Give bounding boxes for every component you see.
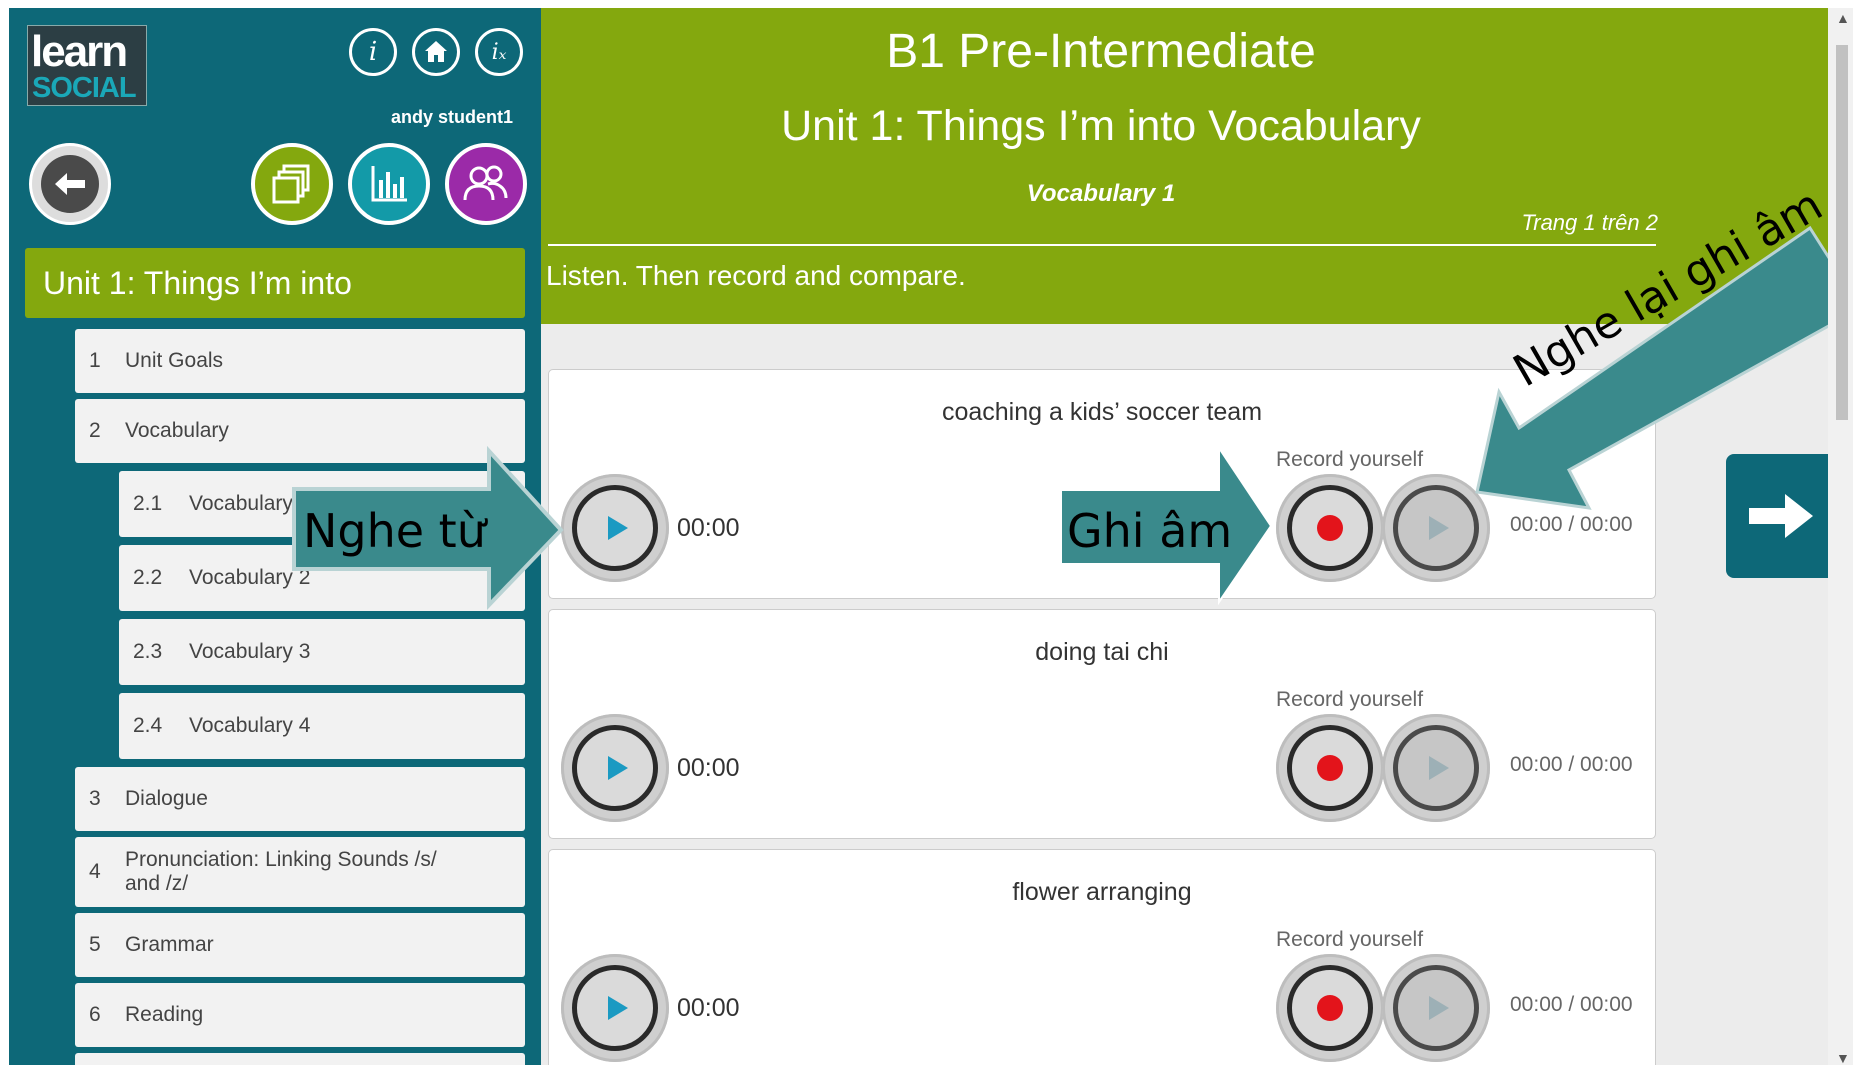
scrollbar-thumb[interactable] xyxy=(1836,45,1848,420)
record-callout-label: Ghi âm xyxy=(1067,504,1233,558)
app-frame: learn SOCIAL i iₓ andy student1 Unit 1: … xyxy=(9,8,1828,1065)
annotation-arrows xyxy=(292,225,1828,610)
listen-word-callout-label: Nghe từ xyxy=(303,504,486,558)
scroll-up-icon[interactable]: ▲ xyxy=(1836,10,1850,26)
scroll-down-icon[interactable]: ▼ xyxy=(1836,1050,1850,1066)
